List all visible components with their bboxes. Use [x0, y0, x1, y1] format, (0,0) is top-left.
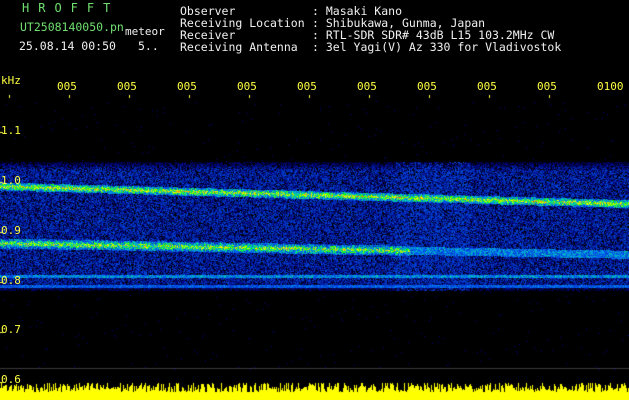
x-tick-label: 005 [477, 80, 497, 93]
file-tag: meteor [125, 25, 165, 38]
brand-title: HROFFT [22, 1, 120, 15]
value-antenna: : 3el Yagi(V) Az 330 for Vladivostok [312, 40, 562, 54]
y-label-1-1: 1.1 [1, 124, 21, 137]
file-name: UT2508140050.pn [20, 20, 124, 34]
axis-unit-label: kHz [1, 74, 21, 87]
x-tick-label: 005 [357, 80, 377, 93]
spectrogram-canvas [0, 0, 629, 400]
y-label-0-8: 0.8 [1, 274, 21, 287]
file-counter: 5.. [138, 39, 159, 53]
y-label-0-9: 0.9 [1, 224, 21, 237]
x-tick-label: 005 [417, 80, 437, 93]
y-label-1-0: 1.0 [1, 174, 21, 187]
header-labels: Observer Receiving Location Receiver Rec… [180, 5, 305, 53]
hrofft-viewer: HROFFT UT2508140050.pn meteor 25.08.14 0… [0, 0, 629, 400]
y-label-0-7: 0.7 [1, 323, 21, 336]
x-tick-label: 005 [117, 80, 137, 93]
x-tick-label: 005 [237, 80, 257, 93]
x-tick-label: 005 [177, 80, 197, 93]
x-tick-label: 005 [297, 80, 317, 93]
y-label-0-6: 0.6 [1, 373, 21, 386]
label-antenna: Receiving Antenna [180, 40, 298, 54]
x-tick-label: 005 [57, 80, 77, 93]
x-tick-label: 0100 [597, 80, 624, 93]
x-tick-label: 005 [537, 80, 557, 93]
file-datetime: 25.08.14 00:50 [19, 39, 116, 53]
header-values: : Masaki Kano : Shibukawa, Gunma, Japan … [312, 5, 561, 53]
